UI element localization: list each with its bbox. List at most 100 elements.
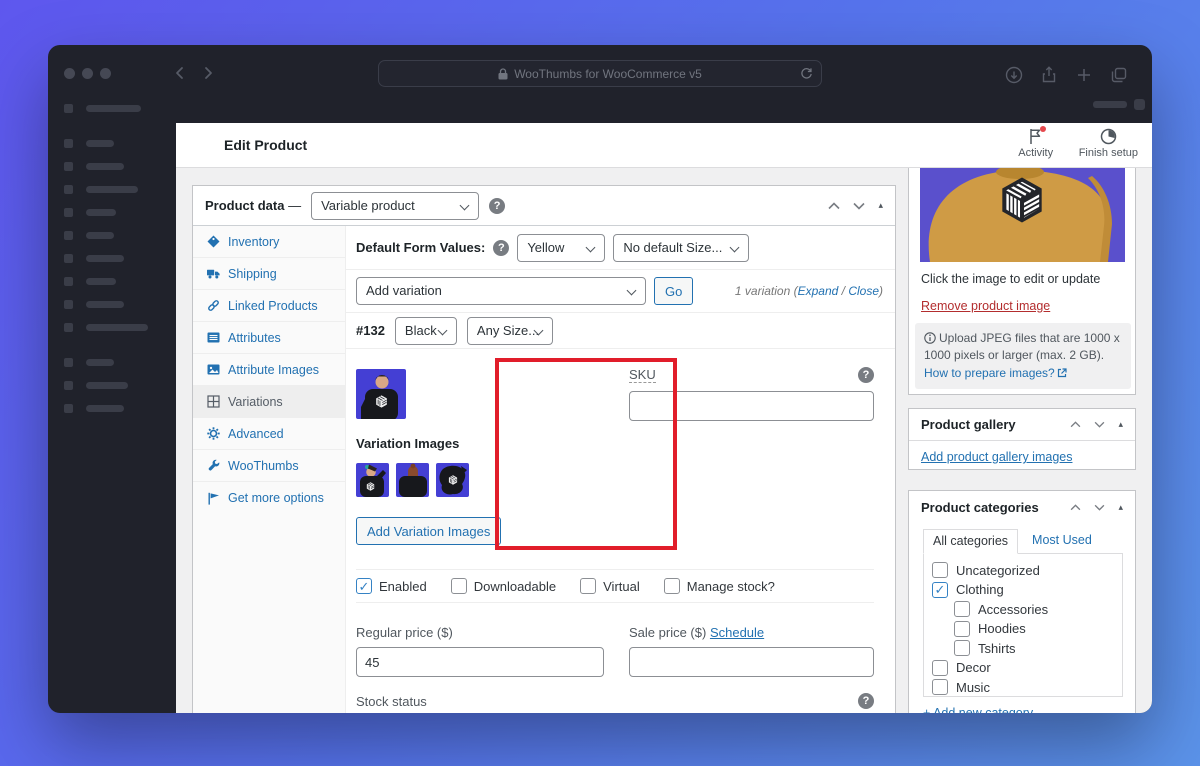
- expand-link[interactable]: Expand: [798, 284, 839, 298]
- featured-image-hint: Click the image to edit or update: [921, 272, 1101, 286]
- external-link-icon: [1057, 368, 1067, 378]
- downloadable-checkbox[interactable]: [450, 578, 467, 594]
- category-item-decor[interactable]: Decor: [932, 659, 1114, 676]
- add-variation-select[interactable]: Add variation: [356, 277, 646, 305]
- collapse-toggle-icon[interactable]: ▴: [1118, 419, 1123, 430]
- move-down-icon[interactable]: [1094, 504, 1105, 511]
- truck-icon: [207, 267, 220, 280]
- remove-product-image-link[interactable]: Remove product image: [921, 299, 1050, 313]
- variation-gallery-thumb-3[interactable]: [436, 463, 469, 497]
- new-tab-icon[interactable]: [1075, 66, 1093, 84]
- manage-stock-checkbox-item[interactable]: Manage stock?: [663, 578, 775, 594]
- address-bar[interactable]: WooThumbs for WooCommerce v5: [378, 60, 822, 87]
- move-up-icon[interactable]: [1070, 503, 1081, 511]
- music-checkbox[interactable]: [932, 679, 948, 695]
- wrench-icon: [207, 459, 220, 472]
- tab-most-used[interactable]: Most Used: [1032, 533, 1092, 553]
- move-down-icon[interactable]: [1094, 421, 1105, 428]
- desktop: { "browser": { "address_text": "WooThumb…: [0, 0, 1200, 766]
- variation-gallery-thumb-2[interactable]: [396, 463, 429, 497]
- grid-icon: [207, 395, 220, 408]
- tab-shipping[interactable]: Shipping: [193, 258, 345, 290]
- tab-inventory[interactable]: Inventory: [193, 226, 345, 258]
- variation-gallery-thumb-1[interactable]: [356, 463, 389, 497]
- sku-input[interactable]: [629, 391, 874, 421]
- tab-variations[interactable]: Variations: [193, 386, 345, 418]
- tshirts-checkbox[interactable]: [954, 640, 970, 656]
- activity-button[interactable]: Activity: [1007, 126, 1065, 159]
- category-item-hoodies[interactable]: Hoodies: [954, 620, 1114, 637]
- category-list: Uncategorized Clothing Accessories Hoodi…: [923, 553, 1123, 697]
- window-controls[interactable]: [64, 68, 111, 79]
- add-new-category-link[interactable]: + Add new category: [923, 706, 1033, 713]
- enabled-checkbox[interactable]: [356, 578, 372, 594]
- skeleton-row: [64, 323, 148, 332]
- tab-attributes[interactable]: Attributes: [193, 322, 345, 354]
- minimize-window-icon[interactable]: [82, 68, 93, 79]
- move-down-icon[interactable]: [853, 202, 866, 210]
- skeleton-row: [64, 300, 124, 309]
- product-gallery-panel: Product gallery ▴ Add product gallery im…: [908, 408, 1136, 470]
- tab-woothumbs[interactable]: WooThumbs: [193, 450, 345, 482]
- default-size-select[interactable]: No default Size...: [613, 233, 750, 262]
- help-icon[interactable]: ?: [858, 367, 874, 383]
- add-product-gallery-images-link[interactable]: Add product gallery images: [921, 450, 1072, 464]
- activity-flag-icon: [1028, 126, 1047, 145]
- notification-dot: [1040, 126, 1047, 132]
- reload-icon[interactable]: [800, 67, 813, 80]
- forward-icon[interactable]: [200, 65, 216, 81]
- product-type-select[interactable]: Variable product: [311, 191, 480, 220]
- how-to-prepare-images-link[interactable]: How to prepare images?: [924, 366, 1055, 380]
- virtual-checkbox[interactable]: [580, 578, 597, 594]
- product-featured-image[interactable]: [920, 168, 1125, 262]
- featured-image-panel: Click the image to edit or update Remove…: [908, 168, 1136, 395]
- tab-attribute-images[interactable]: Attribute Images: [193, 354, 345, 386]
- tab-overview-icon[interactable]: [1110, 66, 1128, 84]
- hoodies-checkbox[interactable]: [954, 620, 970, 637]
- accessories-checkbox[interactable]: [954, 601, 970, 617]
- maximize-window-icon[interactable]: [100, 68, 111, 79]
- regular-price-input[interactable]: [356, 647, 604, 677]
- enabled-checkbox-item[interactable]: Enabled: [356, 578, 427, 594]
- manage-stock-checkbox[interactable]: [663, 578, 680, 594]
- tab-advanced[interactable]: Advanced: [193, 418, 345, 450]
- close-link[interactable]: Close: [848, 284, 879, 298]
- variation-image-thumbnail[interactable]: [356, 369, 406, 419]
- back-icon[interactable]: [172, 65, 188, 81]
- schedule-link[interactable]: Schedule: [710, 625, 764, 640]
- upload-note: Upload JPEG files that are 1000 x 1000 p…: [915, 323, 1131, 389]
- virtual-checkbox-item[interactable]: Virtual: [580, 578, 640, 594]
- clothing-checkbox[interactable]: [932, 581, 948, 598]
- share-icon[interactable]: [1040, 66, 1058, 84]
- category-item-uncategorized[interactable]: Uncategorized: [932, 562, 1114, 578]
- move-up-icon[interactable]: [828, 201, 841, 210]
- page-title: Edit Product: [224, 137, 308, 153]
- uncategorized-checkbox[interactable]: [932, 562, 948, 578]
- help-icon[interactable]: ?: [489, 197, 506, 214]
- close-window-icon[interactable]: [64, 68, 75, 79]
- skeleton-row: [64, 104, 141, 113]
- tab-all-categories[interactable]: All categories: [923, 529, 1019, 554]
- pennant-icon: [207, 492, 220, 505]
- downloadable-checkbox-item[interactable]: Downloadable: [450, 578, 556, 594]
- tab-get-more-options[interactable]: Get more options: [193, 482, 345, 514]
- help-icon[interactable]: ?: [858, 693, 874, 709]
- collapse-toggle-icon[interactable]: ▴: [878, 200, 883, 211]
- decor-checkbox[interactable]: [932, 659, 948, 676]
- default-attribute-select[interactable]: Yellow: [517, 233, 606, 262]
- downloads-icon[interactable]: [1005, 66, 1023, 84]
- move-up-icon[interactable]: [1070, 421, 1081, 428]
- category-item-tshirts[interactable]: Tshirts: [954, 640, 1114, 656]
- add-variation-images-button[interactable]: Add Variation Images: [356, 517, 502, 545]
- tab-linked-products[interactable]: Linked Products: [193, 290, 345, 322]
- category-item-clothing[interactable]: Clothing: [932, 581, 1114, 598]
- help-icon[interactable]: ?: [493, 239, 510, 256]
- variation-size-select[interactable]: Any Size...: [466, 316, 553, 345]
- sale-price-input[interactable]: [629, 647, 874, 677]
- category-item-accessories[interactable]: Accessories: [954, 601, 1114, 617]
- variation-color-select[interactable]: Black: [394, 316, 457, 345]
- collapse-toggle-icon[interactable]: ▴: [1118, 502, 1123, 513]
- category-item-music[interactable]: Music: [932, 679, 1114, 695]
- finish-setup-button[interactable]: Finish setup: [1079, 128, 1138, 159]
- go-button[interactable]: Go: [654, 277, 694, 305]
